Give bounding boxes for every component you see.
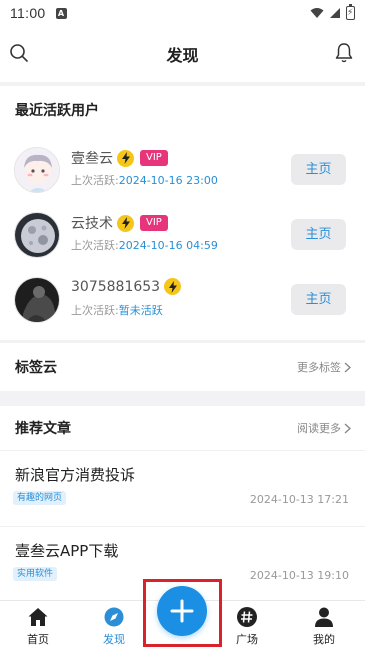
chevron-right-icon — [344, 361, 351, 373]
search-icon — [10, 44, 28, 62]
user-name: 云技术 — [71, 216, 113, 232]
tab-label: 首页 — [27, 633, 49, 646]
hash-icon — [237, 607, 257, 627]
articles-section: 推荐文章 阅读更多 新浪官方消费投诉 有趣的网页 2024-10-13 17:2… — [0, 406, 365, 602]
last-active-label: 上次活跃: — [71, 174, 119, 187]
signal-icon — [330, 8, 340, 18]
article-title: 壹叁云APP下载 — [15, 542, 119, 560]
tag-cloud-section: 标签云 更多标签 — [0, 343, 365, 391]
last-active-value: 2024-10-16 23:00 — [118, 174, 218, 187]
lightning-badge-icon — [164, 278, 182, 295]
user-home-button[interactable]: 主页 — [291, 284, 346, 315]
bell-icon — [335, 43, 353, 63]
last-active-label: 上次活跃: — [71, 304, 119, 317]
search-button[interactable] — [6, 40, 32, 66]
tab-discover[interactable]: 发现 — [84, 601, 144, 650]
chevron-right-icon — [344, 422, 351, 434]
profile-icon — [315, 607, 333, 627]
tab-square[interactable]: 广场 — [217, 601, 277, 650]
battery-icon: ⚡ — [346, 4, 355, 20]
lightning-badge-icon — [117, 214, 134, 232]
article-date: 2024-10-13 19:10 — [249, 569, 349, 582]
more-tags-link[interactable]: 更多标签 — [297, 359, 351, 375]
plus-icon — [170, 599, 194, 623]
article-title: 新浪官方消费投诉 — [15, 466, 136, 484]
active-users-title: 最近活跃用户 — [15, 103, 99, 119]
page-title: 发现 — [166, 46, 199, 65]
create-post-button[interactable] — [157, 586, 207, 636]
user-home-button[interactable]: 主页 — [291, 154, 346, 185]
status-icons: ⚡ — [310, 4, 355, 20]
avatar[interactable] — [14, 277, 60, 323]
tag-cloud-title: 标签云 — [15, 360, 57, 376]
user-row[interactable]: 3075881653 上次活跃:暂未活跃 主页 — [0, 272, 365, 328]
notification-badge: A — [55, 7, 67, 19]
status-time: 11:00 — [10, 5, 46, 21]
tab-label: 发现 — [103, 633, 125, 646]
read-more-link[interactable]: 阅读更多 — [297, 420, 351, 436]
user-name-line: 壹叁云 VIP — [71, 148, 168, 168]
tab-profile[interactable]: 我的 — [294, 601, 354, 650]
home-icon — [28, 608, 48, 626]
last-active: 上次活跃:2024-10-16 04:59 — [71, 237, 218, 253]
article-tag[interactable]: 有趣的网页 — [13, 491, 67, 505]
user-name-line: 3075881653 — [71, 278, 182, 295]
more-tags-label: 更多标签 — [297, 361, 341, 374]
user-row[interactable]: 云技术 VIP 上次活跃:2024-10-16 04:59 主页 — [0, 207, 365, 263]
lightning-badge-icon — [117, 149, 134, 167]
compass-icon — [104, 607, 124, 627]
last-active: 上次活跃:暂未活跃 — [71, 302, 163, 318]
vip-badge: VIP — [140, 215, 168, 231]
tab-label: 广场 — [236, 633, 258, 646]
read-more-label: 阅读更多 — [297, 422, 341, 435]
avatar[interactable] — [14, 212, 60, 258]
user-home-button[interactable]: 主页 — [291, 219, 346, 250]
notifications-button[interactable] — [331, 40, 357, 66]
tab-home[interactable]: 首页 — [8, 601, 68, 650]
app-header: 发现 — [0, 26, 365, 82]
tab-label: 我的 — [313, 633, 335, 646]
wifi-icon — [310, 8, 324, 18]
user-name: 3075881653 — [71, 278, 161, 295]
article-item[interactable]: 新浪官方消费投诉 有趣的网页 2024-10-13 17:21 — [0, 450, 365, 524]
articles-title: 推荐文章 — [15, 421, 71, 437]
active-users-section: 最近活跃用户 壹叁云 VIP 上次活跃:2024-10-16 23:00 主页 … — [0, 86, 365, 340]
user-name: 壹叁云 — [71, 151, 113, 167]
vip-badge: VIP — [140, 150, 168, 166]
last-active: 上次活跃:2024-10-16 23:00 — [71, 172, 218, 188]
last-active-value: 2024-10-16 04:59 — [118, 239, 218, 252]
last-active-value: 暂未活跃 — [118, 304, 163, 317]
last-active-label: 上次活跃: — [71, 239, 119, 252]
user-row[interactable]: 壹叁云 VIP 上次活跃:2024-10-16 23:00 主页 — [0, 142, 365, 198]
article-date: 2024-10-13 17:21 — [249, 493, 349, 506]
status-bar: 11:00 A ⚡ — [0, 0, 365, 26]
user-name-line: 云技术 VIP — [71, 213, 168, 233]
avatar[interactable] — [14, 147, 60, 193]
article-tag[interactable]: 实用软件 — [13, 567, 58, 581]
